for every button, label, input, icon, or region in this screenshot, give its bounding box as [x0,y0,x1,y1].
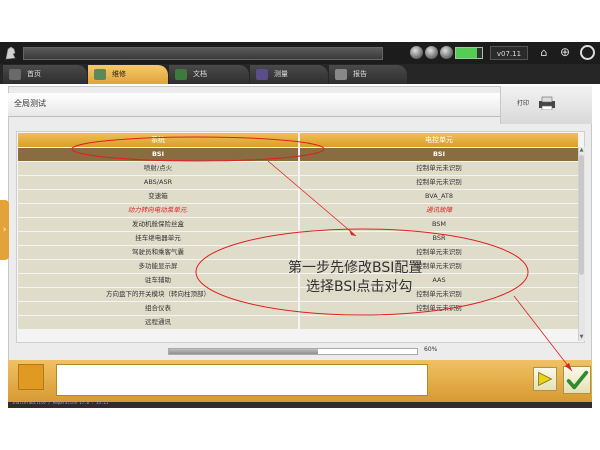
table-cell-ecu[interactable]: 控制单元未识别 [300,302,578,315]
scrollbar-thumb[interactable] [579,155,584,275]
connection-icon[interactable] [425,46,438,59]
annotation-text-line-2: 选择BSI点击对勾 [306,279,413,295]
tab-measure[interactable]: 测量 [250,65,328,84]
table-cell-system[interactable]: 挂车继电器单元 [18,232,298,245]
settings-icon[interactable] [410,46,423,59]
table-cell-system[interactable]: 远程通讯 [18,316,298,329]
table-cell-system[interactable]: BSI [18,148,298,161]
side-expand-handle[interactable]: › [0,200,9,260]
tab-label: 文档 [193,70,207,78]
address-bar [23,47,383,60]
scroll-down-icon[interactable]: ▼ [578,334,585,341]
table-cell-system[interactable]: 驻车辅助 [18,274,298,287]
table-cell-system[interactable]: ABS/ASR [18,176,298,189]
battery-icon [455,47,483,59]
table-cell-system[interactable]: 喷射/点火 [18,162,298,175]
checkmark-icon[interactable] [563,366,591,394]
column-header-system: 系统 [18,133,298,147]
progress-label: 60% [424,346,438,353]
zoom-icon[interactable]: ⊕ [558,45,572,60]
tab-repair[interactable]: 维修 [88,65,168,84]
table-cell-system[interactable]: 动力转向电动泵单元. [18,204,298,217]
table-cell-system[interactable]: 变速箱 [18,190,298,203]
table-cell-ecu[interactable]: BVA_AT8 [300,190,578,203]
status-text: Inaltérabilité / Réparation 17.6 : 35.21 [12,400,109,405]
repair-icon [94,69,106,80]
table-cell-system[interactable]: 多功能显示屏 [18,260,298,273]
measure-icon [256,69,268,80]
table-cell-system[interactable]: 发动机舱保险丝盒 [18,218,298,231]
table-cell-system[interactable]: 驾驶员和乘客气囊 [18,246,298,259]
table-cell-ecu[interactable]: 通讯故障 [300,204,578,217]
screen: v07.11 ⌂ ⊕ 首页 维修 文档 测量 报告 全局测试 打印 › 系统 电… [0,0,600,450]
tab-home[interactable]: 首页 [3,65,87,84]
scroll-up-icon[interactable]: ▲ [578,147,585,154]
home-icon [9,69,21,80]
table-cell-ecu[interactable]: BSM [300,218,578,231]
table-cell-ecu[interactable]: 控制单元未识别 [300,176,578,189]
next-arrow-icon[interactable] [533,367,557,391]
home-button[interactable]: ⌂ [537,45,551,60]
table-cell-ecu[interactable]: 控制单元未识别 [300,162,578,175]
document-icon [175,69,187,80]
tab-report[interactable]: 报告 [329,65,407,84]
tab-label: 报告 [353,70,367,78]
version-badge: v07.11 [490,46,528,60]
report-icon [335,69,347,80]
tab-label: 维修 [112,70,126,78]
tab-documents[interactable]: 文档 [169,65,249,84]
table-cell-system[interactable]: 组合仪表 [18,302,298,315]
tab-label: 首页 [27,70,41,78]
table-cell-ecu[interactable]: BSR [300,232,578,245]
peugeot-lion-icon [5,46,16,60]
print-label[interactable]: 打印 [517,98,529,107]
power-icon[interactable] [580,45,595,60]
table-cell-ecu[interactable]: BSI [300,148,578,161]
printer-icon[interactable] [537,96,557,110]
annotation-text-line-1: 第一步先修改BSI配置 [288,260,423,276]
page-title: 全局测试 [14,99,46,108]
tab-label: 测量 [274,70,288,78]
indicator-square [18,364,44,390]
table-cell-ecu[interactable] [300,316,578,329]
sound-icon[interactable] [440,46,453,59]
column-header-ecu: 电控单元 [300,133,578,147]
progress-fill [169,349,318,354]
table-cell-system[interactable]: 方向盘下的开关模块（转向柱顶部） [18,288,298,301]
message-box [56,364,428,396]
